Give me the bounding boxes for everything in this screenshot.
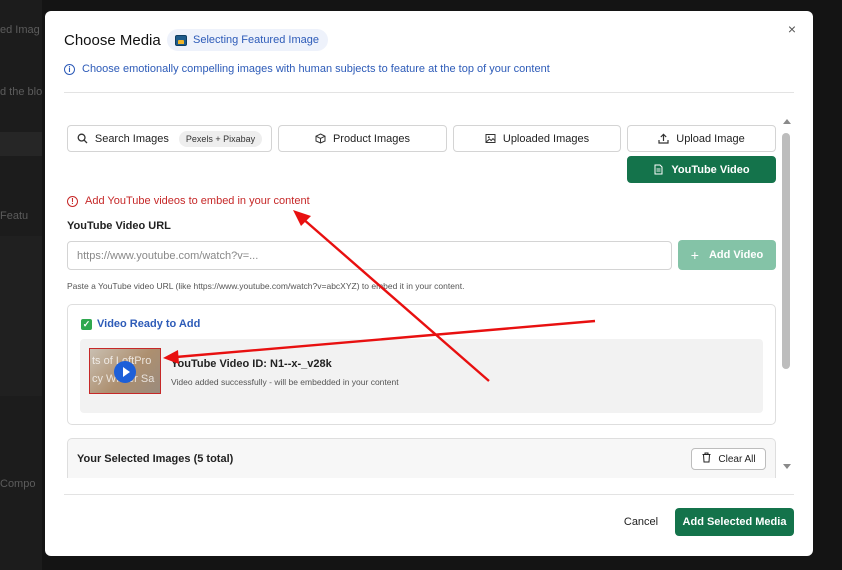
header-divider — [64, 92, 794, 93]
youtube-url-input[interactable] — [67, 241, 672, 270]
clear-all-label: Clear All — [718, 453, 756, 465]
scroll-thumb[interactable] — [782, 133, 790, 369]
selected-images-section: Your Selected Images (5 total) Clear All — [67, 438, 776, 478]
tab-search-images[interactable]: Search Images Pexels + Pixabay — [67, 125, 272, 152]
plus-icon: + — [690, 247, 699, 263]
tab-product-images[interactable]: Product Images — [278, 125, 447, 152]
upload-icon — [658, 133, 669, 144]
add-selected-media-button[interactable]: Add Selected Media — [675, 508, 794, 536]
tab-label: YouTube Video — [671, 163, 750, 176]
clear-all-button[interactable]: Clear All — [691, 448, 766, 470]
box-icon — [315, 133, 326, 144]
add-video-label: Add Video — [708, 249, 764, 261]
video-status-text: Video added successfully - will be embed… — [171, 377, 399, 387]
checkmark-icon: ✓ — [81, 318, 92, 330]
error-message: ! Add YouTube videos to embed in your co… — [67, 195, 310, 207]
video-id-text: YouTube Video ID: N1--x-_v28k — [171, 358, 332, 370]
info-message: i Choose emotionally compelling images w… — [64, 63, 550, 75]
cancel-button[interactable]: Cancel — [615, 511, 667, 533]
youtube-url-label: YouTube Video URL — [67, 220, 171, 232]
tab-upload-image[interactable]: Upload Image — [627, 125, 776, 152]
close-icon[interactable]: × — [785, 22, 799, 36]
background-text: ed Imag — [0, 24, 40, 36]
background-text: Compo — [0, 478, 36, 490]
play-icon[interactable] — [114, 361, 136, 383]
video-thumbnail[interactable]: ts of LoftPro cy Winter Sa — [89, 348, 161, 394]
tab-uploaded-images[interactable]: Uploaded Images — [453, 125, 621, 152]
scroll-down-arrow[interactable] — [783, 464, 791, 469]
background-text: Featu — [0, 210, 29, 222]
footer-divider — [64, 494, 794, 495]
scrollbar[interactable] — [781, 119, 793, 469]
featured-image-badge: Selecting Featured Image — [167, 29, 328, 51]
tab-label: Product Images — [332, 132, 411, 145]
document-icon — [653, 164, 664, 175]
trash-icon — [701, 452, 712, 466]
source-badge: Pexels + Pixabay — [178, 130, 263, 147]
modal-title: Choose Media — [64, 32, 161, 49]
background-text: d the blo — [0, 86, 43, 98]
tab-youtube-video[interactable]: YouTube Video — [627, 156, 776, 183]
alert-icon: ! — [67, 195, 78, 207]
picture-icon — [175, 34, 187, 46]
choose-media-modal: × Choose Media Selecting Featured Image … — [45, 11, 813, 556]
tab-label: Search Images — [94, 132, 169, 145]
info-text: Choose emotionally compelling images wit… — [82, 63, 550, 75]
scroll-up-arrow[interactable] — [783, 119, 791, 124]
info-icon: i — [64, 63, 75, 75]
error-text: Add YouTube videos to embed in your cont… — [85, 195, 310, 207]
video-ready-title: ✓ Video Ready to Add — [81, 318, 200, 330]
video-ready-label: Video Ready to Add — [97, 318, 201, 330]
featured-badge-label: Selecting Featured Image — [193, 34, 319, 46]
tab-label: Upload Image — [676, 132, 745, 145]
selected-images-title: Your Selected Images (5 total) — [77, 453, 234, 465]
add-video-button[interactable]: + Add Video — [678, 240, 776, 270]
video-item: ts of LoftPro cy Winter Sa YouTube Video… — [80, 339, 763, 413]
youtube-help-text: Paste a YouTube video URL (like https://… — [67, 281, 465, 291]
video-ready-card: ✓ Video Ready to Add ts of LoftPro cy Wi… — [67, 304, 776, 425]
tab-label: Uploaded Images — [502, 132, 590, 145]
image-icon — [485, 133, 496, 144]
search-icon — [77, 133, 88, 144]
